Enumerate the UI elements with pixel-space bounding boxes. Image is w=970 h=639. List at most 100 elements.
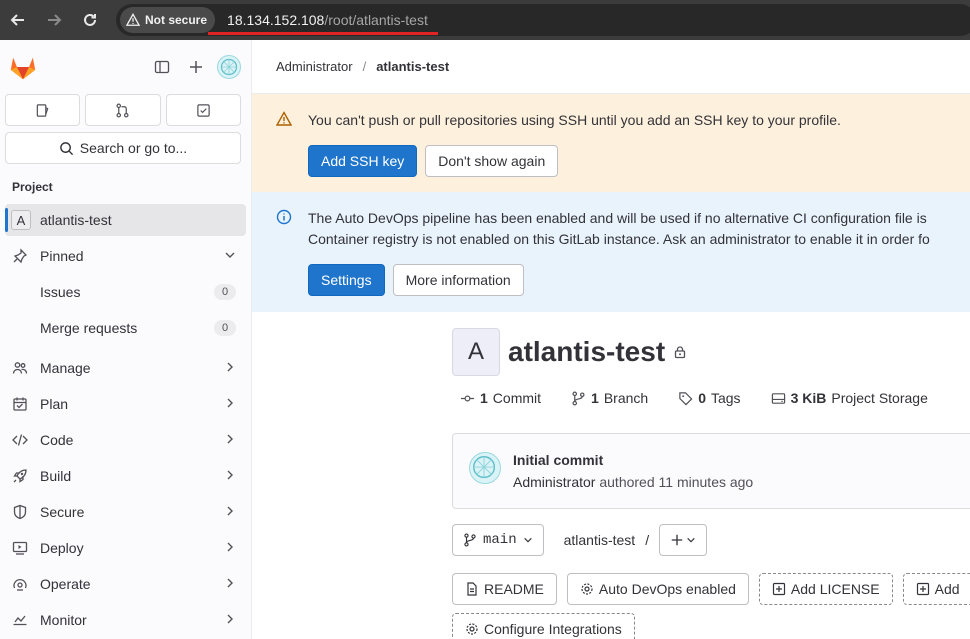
branches-label: Branch xyxy=(603,390,649,406)
configure-integrations-button[interactable]: Configure Integrations xyxy=(452,613,635,639)
add-to-tree-button[interactable] xyxy=(659,524,708,556)
storage-stat[interactable]: 3 KiB Project Storage xyxy=(771,390,928,406)
commit-icon xyxy=(460,395,475,401)
sidebar-item-operate[interactable]: Operate xyxy=(5,568,246,600)
breadcrumb-parent[interactable]: Administrator xyxy=(276,59,353,74)
add-more-label: Add xyxy=(934,581,960,597)
devops-alert-actions: Settings More information xyxy=(308,264,970,296)
sidebar-item-monitor[interactable]: Monitor xyxy=(5,604,246,636)
dont-show-again-button[interactable]: Don't show again xyxy=(425,145,559,177)
sidebar-item-label: Deploy xyxy=(40,540,84,556)
toggle-sidebar-button[interactable] xyxy=(149,54,175,80)
sidebar-project-name: atlantis-test xyxy=(40,212,112,228)
chevron-down-icon xyxy=(225,252,235,258)
breadcrumb-current[interactable]: atlantis-test xyxy=(376,59,449,74)
tags-count: 0 xyxy=(698,390,706,406)
assigned-issues-button[interactable] xyxy=(5,94,81,126)
commit-meta: Administrator authored 11 minutes ago xyxy=(513,474,753,490)
url-highlight-underline xyxy=(208,32,438,35)
branch-selector[interactable]: main xyxy=(452,524,544,556)
warning-icon xyxy=(276,111,292,126)
auto-devops-button[interactable]: Auto DevOps enabled xyxy=(566,573,749,605)
chevron-down-icon xyxy=(687,537,695,543)
readme-button[interactable]: README xyxy=(452,573,557,605)
project-avatar: A xyxy=(452,328,500,376)
tags-label: Tags xyxy=(710,390,741,406)
sidebar-item-project[interactable]: A atlantis-test xyxy=(5,204,246,236)
users-icon xyxy=(11,359,29,377)
create-new-button[interactable] xyxy=(183,54,209,80)
more-information-button[interactable]: More information xyxy=(392,264,524,296)
todos-button[interactable] xyxy=(165,94,241,126)
sidebar-item-label: Build xyxy=(40,468,72,484)
pin-icon xyxy=(11,247,29,265)
chevron-right-icon xyxy=(227,398,233,408)
auto-devops-alert: The Auto DevOps pipeline has been enable… xyxy=(252,192,970,312)
commits-count: 1 xyxy=(480,390,488,406)
branch-icon xyxy=(464,533,476,547)
search-button[interactable]: Search or go to... xyxy=(5,132,241,164)
branches-stat[interactable]: 1 Branch xyxy=(571,390,648,406)
add-more-button[interactable]: Add xyxy=(902,573,970,605)
commit-author-avatar[interactable] xyxy=(469,452,501,484)
project-header: A atlantis-test xyxy=(452,328,687,376)
chevron-right-icon xyxy=(227,542,233,552)
gitlab-logo-icon[interactable] xyxy=(8,52,38,82)
rocket-icon xyxy=(11,467,29,485)
chevron-right-icon xyxy=(227,578,233,588)
sidebar-item-secure[interactable]: Secure xyxy=(5,496,246,528)
url-path: /root/atlantis-test xyxy=(324,12,428,28)
commits-stat[interactable]: 1 Commit xyxy=(460,390,541,406)
repository-toolbar: main atlantis-test / xyxy=(452,524,708,556)
count-badge: 0 xyxy=(214,320,236,336)
sidebar-item-pinned[interactable]: Pinned xyxy=(5,240,246,272)
tags-stat[interactable]: 0 Tags xyxy=(678,390,741,406)
identicon-icon xyxy=(220,58,238,76)
repo-path[interactable]: atlantis-test xyxy=(564,532,636,548)
readme-label: README xyxy=(484,581,544,597)
sidebar-item-deploy[interactable]: Deploy xyxy=(5,532,246,564)
chevron-down-icon xyxy=(523,537,532,543)
project-letter-avatar: A xyxy=(11,210,31,230)
issues-icon xyxy=(36,103,49,117)
sidebar-item-code[interactable]: Code xyxy=(5,424,246,456)
security-label: Not secure xyxy=(145,13,208,27)
sidebar-item-issues[interactable]: Issues 0 xyxy=(5,276,246,308)
commits-label: Commit xyxy=(492,390,542,406)
sidebar-item-label: Merge requests xyxy=(40,320,138,336)
search-icon xyxy=(59,141,73,155)
commit-author[interactable]: Administrator xyxy=(513,474,595,490)
add-license-label: Add LICENSE xyxy=(790,581,880,597)
document-icon xyxy=(467,582,477,596)
branch-name: main xyxy=(483,532,517,548)
add-license-button[interactable]: Add LICENSE xyxy=(758,573,893,605)
settings-button[interactable]: Settings xyxy=(308,264,385,296)
branches-count: 1 xyxy=(591,390,599,406)
sidebar-item-label: Issues xyxy=(40,284,81,300)
user-avatar[interactable] xyxy=(217,55,241,79)
sidebar-header-actions xyxy=(149,54,241,80)
tag-icon xyxy=(679,391,693,405)
breadcrumb-separator: / xyxy=(362,59,367,74)
sidebar-item-label: Code xyxy=(40,432,74,448)
chevron-right-icon xyxy=(227,434,233,444)
forward-button[interactable] xyxy=(36,0,72,40)
count-badge: 0 xyxy=(214,284,236,300)
arrow-left-icon xyxy=(10,14,24,26)
lock-icon xyxy=(675,346,686,359)
sidebar-item-plan[interactable]: Plan xyxy=(5,388,246,420)
plus-square-icon xyxy=(916,582,929,596)
sidebar-item-merge-requests[interactable]: Merge requests 0 xyxy=(5,312,246,344)
add-ssh-key-button[interactable]: Add SSH key xyxy=(308,145,418,177)
sidebar-item-manage[interactable]: Manage xyxy=(5,352,246,384)
sidebar: Search or go to... Project A atlantis-te… xyxy=(0,40,252,639)
security-chip[interactable]: Not secure xyxy=(120,7,216,33)
ssh-key-alert: You can't push or pull repositories usin… xyxy=(252,94,970,192)
commit-title[interactable]: Initial commit xyxy=(513,452,603,468)
back-button[interactable] xyxy=(0,0,36,40)
merge-requests-button[interactable] xyxy=(85,94,161,126)
reload-button[interactable] xyxy=(72,0,108,40)
sidebar-item-build[interactable]: Build xyxy=(5,460,246,492)
sidebar-toggle-icon xyxy=(154,60,170,74)
operate-icon xyxy=(11,575,29,593)
